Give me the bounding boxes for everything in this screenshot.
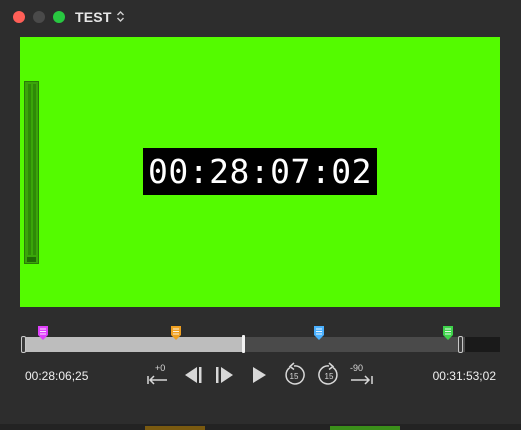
timeline-track[interactable] <box>24 337 500 352</box>
audio-level-meter <box>24 81 39 264</box>
playhead[interactable] <box>242 335 245 353</box>
previous-frame-icon <box>185 367 202 383</box>
window-bottom-edge <box>0 424 521 430</box>
player-window: TEST 00:28:07:02 00:28:06;25 +0 15 15 -9… <box>0 0 521 430</box>
chevron-updown-icon[interactable] <box>116 10 125 28</box>
window-title[interactable]: TEST <box>75 9 112 25</box>
timeline-marker[interactable] <box>314 326 324 340</box>
jump-back-label: +0 <box>155 363 165 373</box>
current-time: 00:28:06;25 <box>25 369 89 383</box>
zoom-window-button[interactable] <box>53 11 65 23</box>
next-frame-icon <box>216 367 233 383</box>
skip-back-15-icon: 15 <box>285 362 305 385</box>
skip-forward-label: 15 <box>325 372 334 381</box>
transport-bar: 00:28:06;25 +0 15 15 -90 00:31:53;02 <box>0 360 521 390</box>
jump-forward-label: -90 <box>350 363 363 373</box>
close-window-button[interactable] <box>13 11 25 23</box>
timeline-marker[interactable] <box>38 326 48 340</box>
go-to-start-icon: +0 <box>147 363 167 385</box>
video-viewer[interactable]: 00:28:07:02 <box>20 37 500 307</box>
timeline-marker[interactable] <box>171 326 181 340</box>
go-to-start-button[interactable]: +0 <box>146 362 172 388</box>
previous-frame-button[interactable] <box>180 362 204 388</box>
next-frame-button[interactable] <box>213 362 237 388</box>
play-icon <box>253 367 266 383</box>
timeline-played-region <box>24 337 243 352</box>
skip-forward-15-icon: 15 <box>318 362 338 385</box>
duration-time: 00:31:53;02 <box>432 369 496 383</box>
timeline-out-region <box>465 337 500 352</box>
burned-in-timecode: 00:28:07:02 <box>143 148 377 195</box>
minimize-window-button[interactable] <box>33 11 45 23</box>
skip-back-15-button[interactable]: 15 <box>281 362 307 388</box>
title-bar: TEST <box>0 0 521 34</box>
timeline-scrubber[interactable] <box>20 322 500 358</box>
skip-back-label: 15 <box>290 372 299 381</box>
skip-forward-15-button[interactable]: 15 <box>316 362 342 388</box>
in-point-handle[interactable] <box>21 336 26 353</box>
go-to-end-button[interactable]: -90 <box>348 362 376 388</box>
go-to-end-icon: -90 <box>350 363 373 385</box>
play-button[interactable] <box>248 362 270 388</box>
timeline-marker[interactable] <box>443 326 453 340</box>
out-point-handle[interactable] <box>458 336 463 353</box>
